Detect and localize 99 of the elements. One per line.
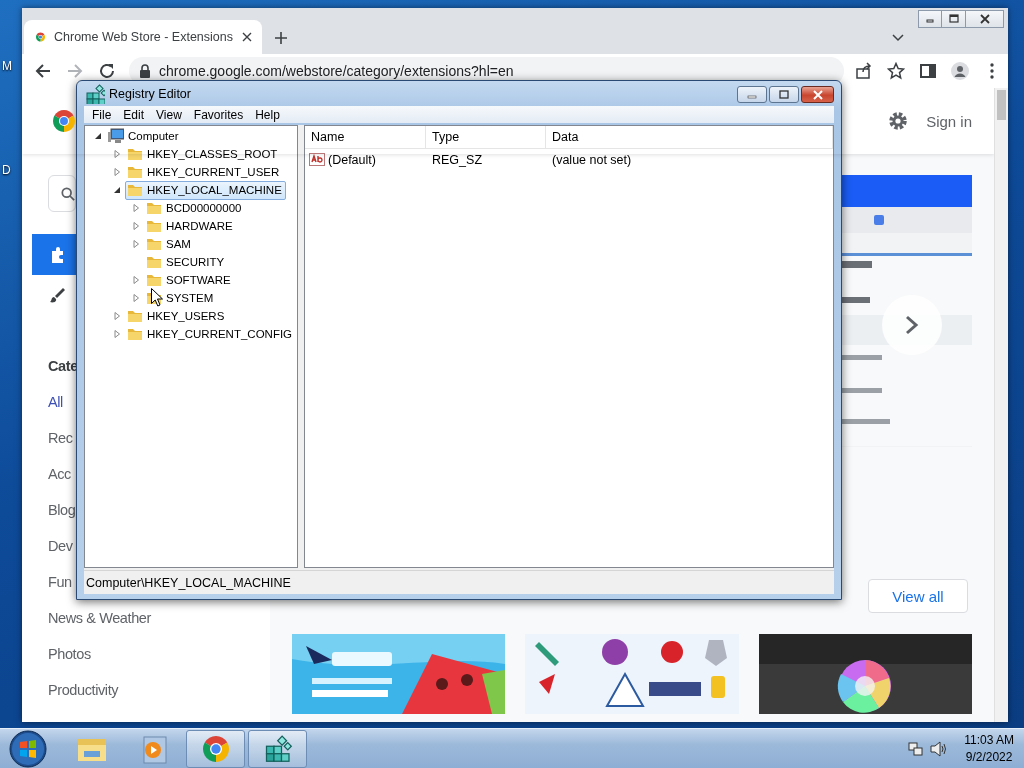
lock-icon (139, 64, 151, 78)
string-value-icon (309, 152, 325, 167)
star-icon (887, 62, 905, 80)
folder-icon (146, 200, 162, 216)
status-bar-text: Computer\HKEY_LOCAL_MACHINE (86, 575, 291, 590)
expand-toggle[interactable] (132, 294, 140, 302)
category-link[interactable]: Acc (48, 456, 71, 492)
new-tab-icon[interactable] (274, 31, 288, 45)
scrollbar-thumb[interactable] (997, 90, 1006, 120)
close-icon (811, 89, 824, 100)
category-link[interactable]: All (48, 384, 63, 420)
chrome-taskbar-button[interactable] (186, 729, 245, 768)
folder-icon (146, 236, 162, 252)
maximize-icon (778, 89, 790, 100)
folder-icon (146, 218, 162, 234)
tree-item[interactable]: HKEY_LOCAL_MACHINE (125, 180, 286, 200)
menu-item[interactable]: File (86, 107, 118, 122)
chevron-right-icon (905, 315, 919, 335)
settings-icon[interactable] (887, 110, 910, 132)
tree-item[interactable]: SOFTWARE (144, 270, 235, 290)
table-cell-text: REG_SZ (431, 152, 483, 167)
category-link[interactable]: Photos (48, 636, 91, 672)
category-link[interactable]: Blog (48, 492, 76, 528)
tree-item[interactable]: HKEY_CURRENT_USER (125, 162, 284, 182)
category-link[interactable]: Dev (48, 528, 73, 564)
menu-item[interactable]: Favorites (187, 107, 250, 122)
back-arrow-icon (34, 62, 52, 80)
desktop-icon-label: D (2, 163, 11, 177)
forward-arrow-icon (66, 62, 84, 80)
close-button[interactable] (801, 86, 834, 103)
maximize-button[interactable] (942, 10, 966, 28)
maximize-icon (947, 14, 960, 24)
share-icon (855, 62, 873, 80)
folder-icon (127, 164, 143, 180)
category-link[interactable]: Fun (48, 564, 72, 600)
network-icon[interactable] (908, 740, 925, 757)
cubes-icon (85, 83, 105, 104)
volume-icon[interactable] (930, 740, 949, 757)
browser-tab[interactable]: Chrome Web Store - Extensions (24, 20, 262, 54)
view-all-button[interactable]: View all (868, 579, 968, 613)
column-header[interactable]: Name (305, 126, 426, 148)
search-icon (61, 185, 75, 202)
expand-toggle[interactable] (132, 240, 140, 248)
tree-item[interactable]: BCD00000000 (144, 198, 246, 218)
window-title: Registry Editor (109, 86, 191, 101)
tree-item[interactable]: HKEY_USERS (125, 306, 229, 326)
close-icon (978, 14, 991, 24)
category-link[interactable]: News & Weather (48, 600, 151, 636)
chrome-icon[interactable] (53, 110, 75, 132)
windows-logo-icon (8, 728, 48, 768)
folder-icon (127, 182, 143, 198)
expand-toggle[interactable] (113, 168, 121, 176)
expand-toggle[interactable] (113, 330, 121, 338)
monitor-icon (108, 128, 124, 144)
tree-item[interactable]: Computer (106, 126, 183, 146)
category-link[interactable]: Rec (48, 420, 73, 456)
category-heading: Cate (48, 357, 78, 376)
side-panel-icon (919, 62, 937, 80)
tree-item[interactable]: HARDWARE (144, 216, 237, 236)
table-cell: (Default) (328, 152, 376, 167)
table-cell-text: (value not set) (551, 152, 633, 167)
extensions-nav-item[interactable] (32, 234, 76, 275)
close-tab-button[interactable] (242, 32, 252, 42)
expand-toggle[interactable] (132, 276, 140, 284)
expand-toggle[interactable] (113, 150, 121, 158)
close-button[interactable] (966, 10, 1004, 28)
reload-icon (98, 62, 116, 80)
category-link[interactable]: Productivity (48, 672, 119, 708)
tree-item[interactable]: SAM (144, 234, 195, 254)
menu-item[interactable]: Help (249, 107, 286, 122)
folder-icon (127, 146, 143, 162)
expand-toggle[interactable] (94, 132, 102, 140)
expand-toggle[interactable] (132, 204, 140, 212)
menu-item[interactable]: Edit (117, 107, 151, 122)
tree-item[interactable]: HKEY_CLASSES_ROOT (125, 144, 282, 164)
person-icon (951, 62, 969, 80)
start-button[interactable] (8, 728, 48, 768)
desktop-icon-label: M (2, 59, 12, 73)
close-icon (242, 32, 252, 42)
column-header[interactable]: Data (546, 126, 833, 148)
clock[interactable]: 11:03 AM 9/2/2022 (964, 731, 1014, 766)
folder-icon (146, 272, 162, 288)
folder-icon (127, 326, 143, 342)
tree-item[interactable]: HKEY_CURRENT_CONFIG (125, 324, 297, 344)
sign-in-link[interactable]: Sign in (926, 112, 972, 130)
search-field[interactable] (48, 175, 76, 212)
regedit-taskbar-button[interactable] (248, 729, 307, 768)
minimize-button[interactable] (737, 86, 767, 103)
expand-toggle[interactable] (132, 222, 140, 230)
column-header[interactable]: Type (426, 126, 546, 148)
expand-toggle[interactable] (113, 312, 121, 320)
folder-icon (146, 254, 162, 270)
menu-icon (990, 63, 994, 79)
expand-toggle[interactable] (113, 186, 121, 194)
tree-item[interactable]: SECURITY (144, 252, 229, 272)
menu-item[interactable]: View (150, 107, 188, 122)
mouse-pointer-icon (151, 288, 163, 307)
caret-icon[interactable] (892, 34, 904, 42)
folder-icon (127, 308, 143, 324)
